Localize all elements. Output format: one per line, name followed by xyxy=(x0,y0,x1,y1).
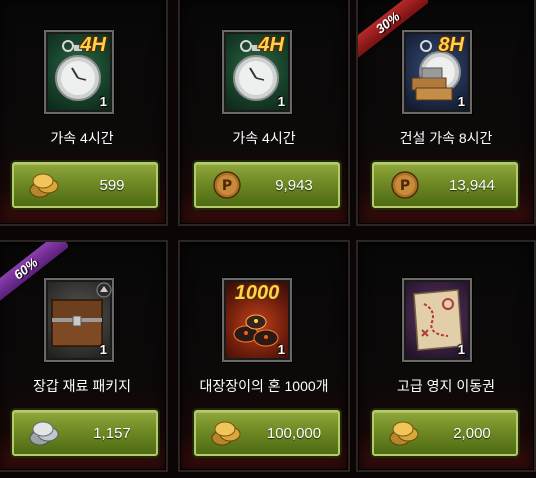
duration-badge: 4H xyxy=(258,34,284,56)
item-name: 장갑 재료 패키지 xyxy=(33,378,131,394)
shop-card-territory-relocation[interactable]: 1 고급 영지 이동권 2,000 xyxy=(356,240,536,472)
silver-coins-icon xyxy=(29,421,59,446)
price-label: 100,000 xyxy=(266,424,322,442)
buy-button[interactable]: P 13,944 xyxy=(372,162,518,208)
buy-button[interactable]: P 9,943 xyxy=(194,162,340,208)
buy-button[interactable]: 100,000 xyxy=(194,410,340,456)
price-label: 1,157 xyxy=(93,424,131,442)
item-icon-frame: 1 xyxy=(44,278,114,362)
item-quantity: 1 xyxy=(457,342,465,357)
p-coin-icon: P xyxy=(213,171,241,199)
item-icon-frame: 1 xyxy=(402,278,472,362)
gold-coins-icon xyxy=(389,421,419,446)
item-quantity: 1 xyxy=(99,94,107,109)
shop-card-blacksmith-soul[interactable]: 1000 1 대장장이의 혼 1000개 100,000 xyxy=(178,240,350,472)
item-name: 가속 4시간 xyxy=(232,130,296,146)
price-label: 13,944 xyxy=(449,176,495,194)
buy-button[interactable]: 1,157 xyxy=(12,410,158,456)
gold-coins-icon xyxy=(211,421,241,446)
svg-text:P: P xyxy=(222,178,232,194)
item-icon-frame: 8H 1 xyxy=(402,30,472,114)
item-icon-frame: 4H 1 xyxy=(222,30,292,114)
item-icon-frame: 1000 1 xyxy=(222,278,292,362)
item-quantity: 1 xyxy=(457,94,465,109)
price-label: 599 xyxy=(99,176,125,194)
price-label: 9,943 xyxy=(275,176,313,194)
buy-button[interactable]: 2,000 xyxy=(372,410,518,456)
shop-card-build-speedup-8h[interactable]: 30% 8H 1 건설 가속 8시간 P 13,944 xyxy=(356,0,536,226)
duration-badge: 8H xyxy=(438,34,464,56)
item-quantity: 1 xyxy=(99,342,107,357)
gold-coins-icon xyxy=(29,173,59,198)
svg-text:P: P xyxy=(400,178,410,194)
item-name: 건설 가속 8시간 xyxy=(399,130,493,146)
buy-button[interactable]: 599 xyxy=(12,162,158,208)
duration-badge: 4H xyxy=(80,34,106,56)
shop-grid: 4H 1 가속 4시간 599 4H 1 가속 4시간 P 9,943 30% … xyxy=(0,0,536,478)
p-coin-icon: P xyxy=(391,171,419,199)
shop-card-speedup-4h-gold[interactable]: 4H 1 가속 4시간 599 xyxy=(0,0,168,226)
item-name: 가속 4시간 xyxy=(50,130,114,146)
shop-card-speedup-4h-p[interactable]: 4H 1 가속 4시간 P 9,943 xyxy=(178,0,350,226)
shop-card-armor-material-package[interactable]: 60% 1 장갑 재료 패키지 1,157 xyxy=(0,240,168,472)
count-badge: 1000 xyxy=(234,282,280,304)
item-quantity: 1 xyxy=(277,342,285,357)
price-label: 2,000 xyxy=(453,424,491,442)
item-icon-frame: 4H 1 xyxy=(44,30,114,114)
item-name: 고급 영지 이동권 xyxy=(397,378,495,394)
item-quantity: 1 xyxy=(277,94,285,109)
item-name: 대장장이의 혼 1000개 xyxy=(199,378,329,394)
